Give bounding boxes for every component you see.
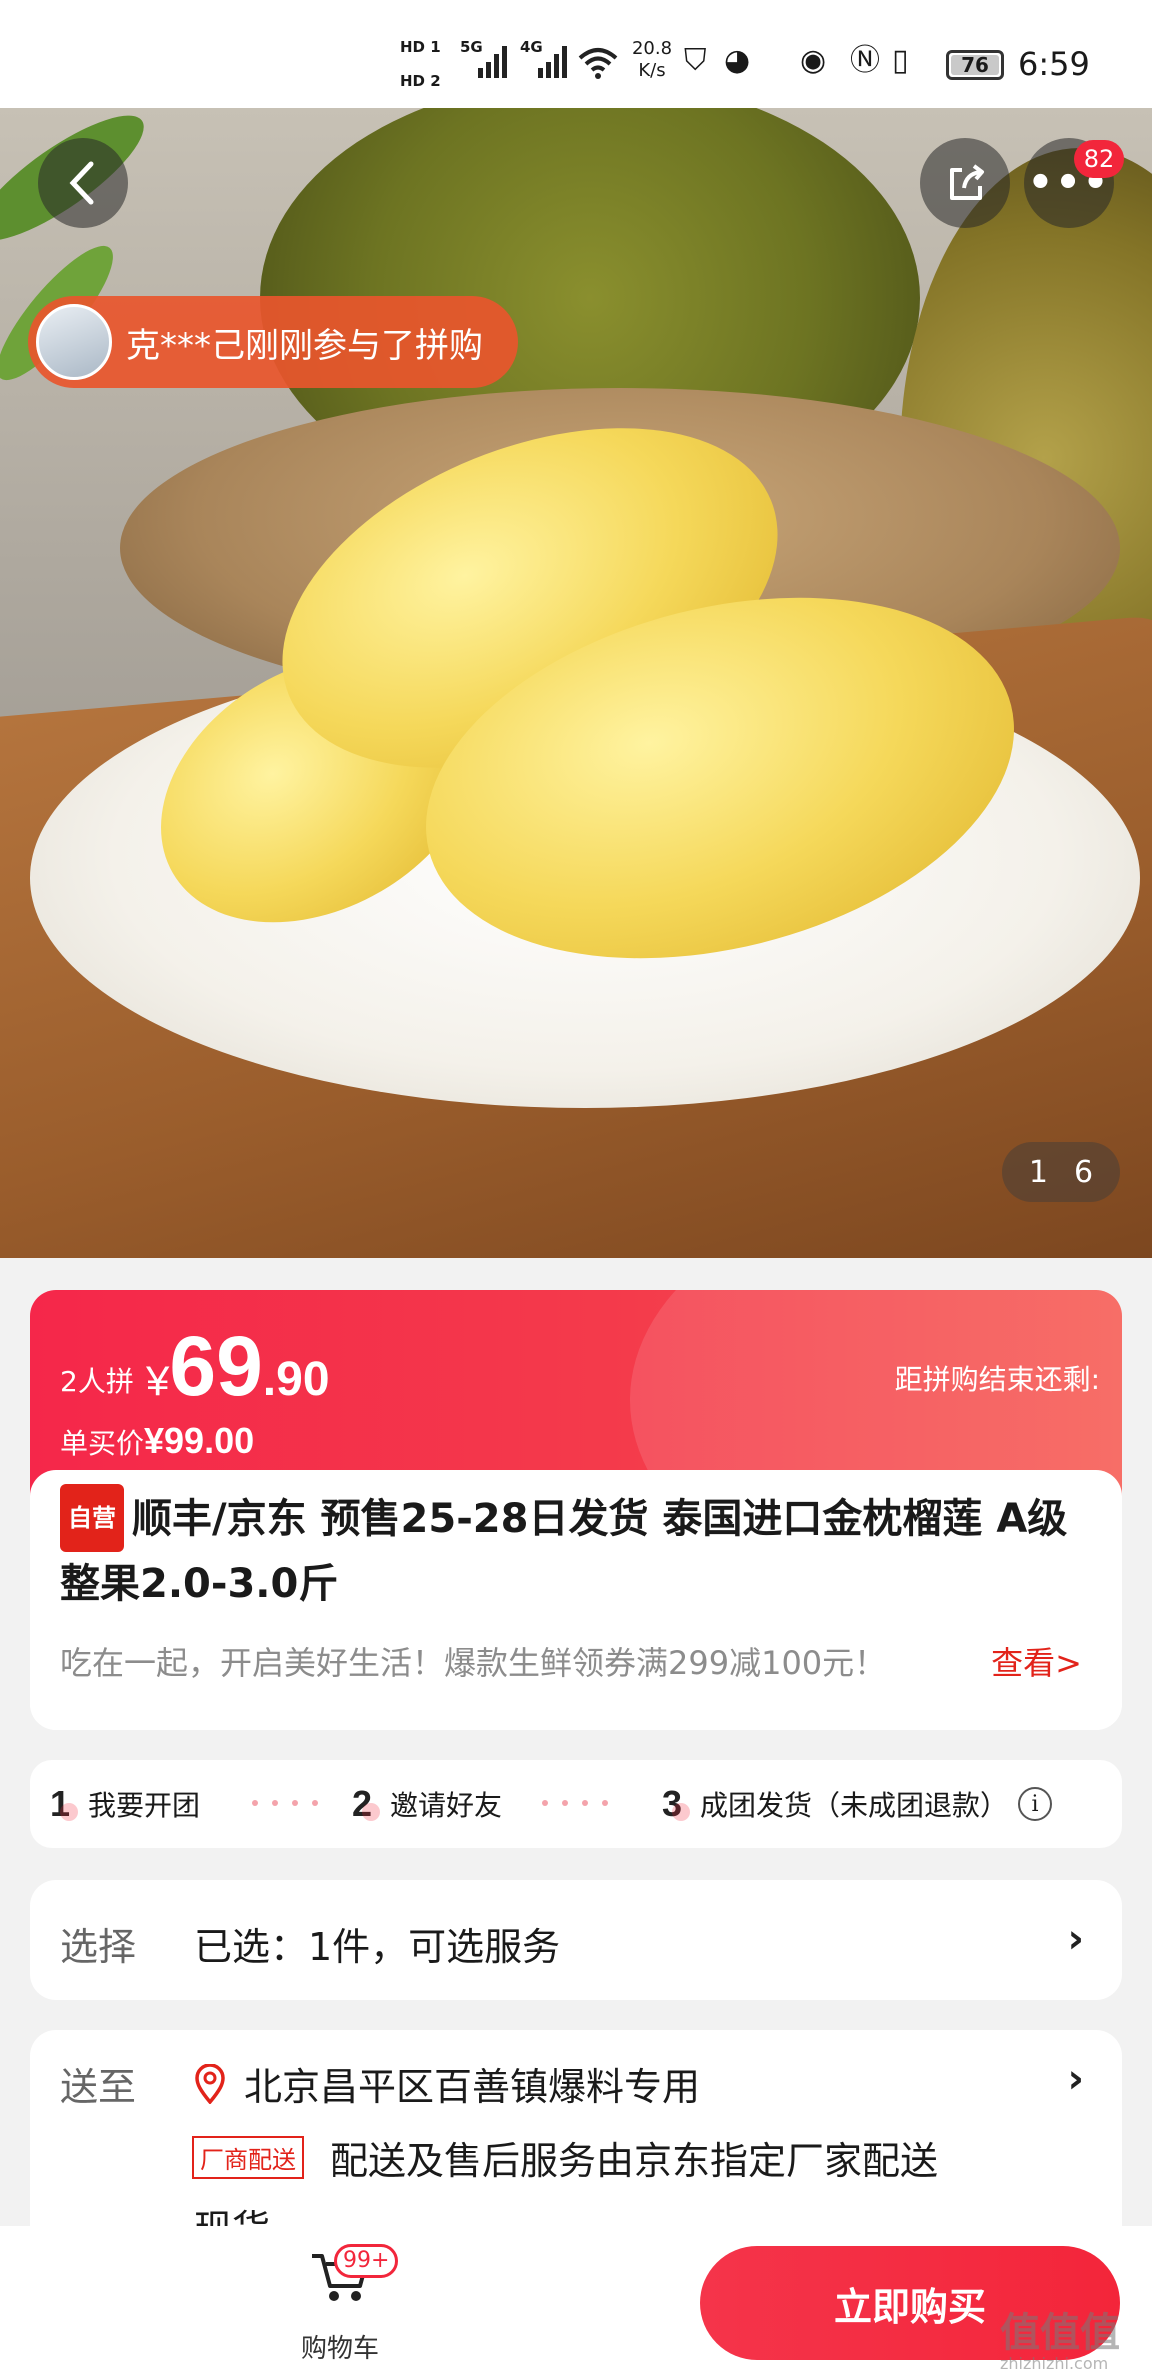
- share-icon: [950, 164, 984, 200]
- location-pin-icon: [195, 2064, 225, 2104]
- self-operated-badge: 自营: [60, 1484, 124, 1552]
- spec-select-row[interactable]: 选择 已选：1件，可选服务 ›: [30, 1880, 1122, 2000]
- share-button[interactable]: [920, 138, 1010, 228]
- info-icon[interactable]: i: [1018, 1787, 1053, 1821]
- eye-icon: ◉: [800, 43, 827, 78]
- bottom-action-bar: 购物车 99+ 立即购买: [0, 2226, 1152, 2376]
- product-title-box: 自营 顺丰/京东 预售25-28日发货 泰国进口金枕榴莲 A级整果2.0-3.0斤…: [30, 1470, 1122, 1730]
- message-badge: 82: [1074, 140, 1124, 178]
- cart-count-badge: 99+: [334, 2244, 399, 2278]
- browser-icon: ◕: [724, 43, 751, 78]
- promo-text: 吃在一起，开启美好生活！爆款生鲜领券满299减100元！: [60, 1644, 887, 1682]
- join-notice: 克***己刚刚参与了拼购: [28, 296, 518, 388]
- select-label: 选择: [60, 1925, 137, 1969]
- chevron-left-icon: [69, 161, 94, 205]
- delivery-address: 北京昌平区百善镇爆料专用: [244, 2065, 701, 2109]
- step-open-group: 1 我要开团: [50, 1783, 201, 1824]
- product-image-carousel[interactable]: [0, 108, 1152, 1258]
- vibrate-icon: ▯: [892, 43, 909, 78]
- status-bar: HD 1 HD 2 5G 4G 20.8 K/s ⛉ ◕ ◉ Ⓝ ▯ 76 6:…: [0, 0, 1152, 108]
- promo-view-link[interactable]: 查看>: [991, 1638, 1082, 1684]
- product-title: 自营 顺丰/京东 预售25-28日发货 泰国进口金枕榴莲 A级整果2.0-3.0斤: [60, 1484, 1100, 1616]
- factory-delivery-tag: 厂商配送: [192, 2136, 304, 2179]
- group-price: ¥69.90: [146, 1319, 330, 1413]
- watermark-logo: 值值值 zhizhizhi.com: [1000, 2310, 1120, 2373]
- shield-icon: ⛉: [684, 43, 707, 78]
- select-value: 已选：1件，可选服务: [194, 1925, 561, 1969]
- chevron-right-icon: ›: [1067, 2056, 1084, 2102]
- sim2-indicator: HD 2: [400, 72, 441, 90]
- net-speed: 20.8 K/s: [631, 38, 673, 81]
- delivery-label: 送至: [60, 2065, 137, 2109]
- group-buy-label: 2人拼: [60, 1365, 134, 1398]
- step-ship[interactable]: 3 成团发货（未成团退款） i: [662, 1760, 1053, 1848]
- chevron-right-icon: ›: [1067, 1916, 1084, 1962]
- clock: 6:59: [1018, 45, 1090, 83]
- step-invite-friends: 2 邀请好友: [352, 1783, 503, 1824]
- signal-icon: [478, 46, 507, 78]
- single-price: 单买价¥99.00: [60, 1420, 255, 1461]
- group-buy-steps: 1 我要开团 2 邀请好友 3 成团发货（未成团退款） i: [30, 1760, 1122, 1848]
- factory-delivery-text: 配送及售后服务由京东指定厂家配送: [330, 2139, 939, 2183]
- signal-icon: [538, 46, 567, 78]
- back-button[interactable]: [38, 138, 128, 228]
- countdown-label: 距拼购结束还剩:: [894, 1363, 1100, 1396]
- sim1-indicator: HD 1: [400, 38, 441, 56]
- image-counter: 1 6: [1002, 1142, 1120, 1202]
- avatar: [36, 304, 112, 380]
- wifi-icon: [578, 48, 618, 79]
- price-card: 2人拼 ¥69.90 单买价¥99.00 距拼购结束还剩: 自营 顺丰/京东 预售…: [30, 1290, 1122, 1730]
- battery-icon: 76: [946, 50, 1004, 80]
- nfc-icon: Ⓝ: [850, 43, 880, 78]
